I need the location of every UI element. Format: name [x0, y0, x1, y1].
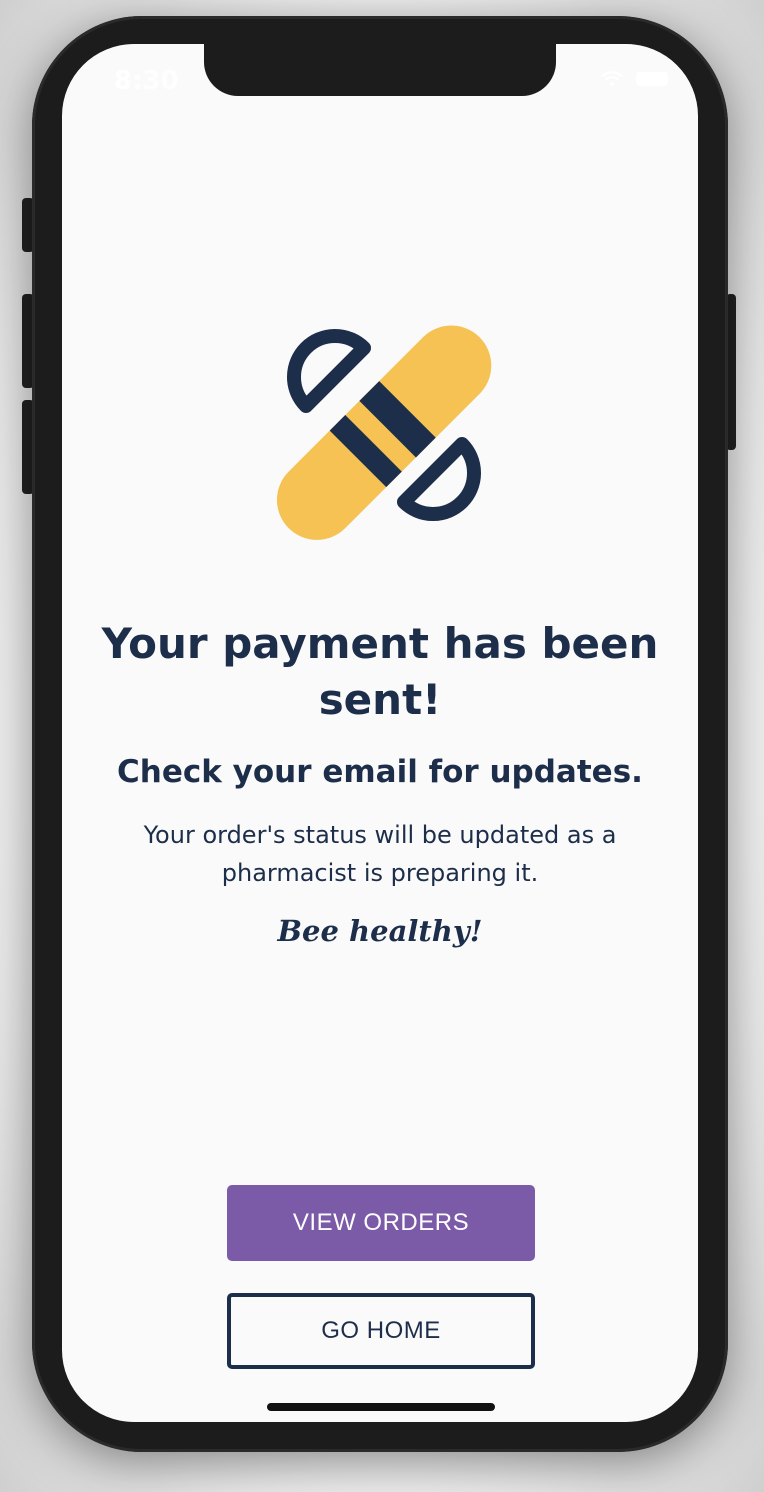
camera-notch — [204, 44, 556, 96]
view-orders-button[interactable]: VIEW ORDERS — [227, 1185, 535, 1261]
home-indicator[interactable] — [267, 1403, 495, 1411]
app-screen: 8:30 Your payment has been sent! Check y… — [62, 44, 698, 1422]
signoff-text: Bee healthy! — [277, 914, 483, 948]
status-time: 8:30 — [114, 66, 179, 96]
status-icons — [600, 70, 668, 88]
go-home-button[interactable]: GO HOME — [227, 1293, 535, 1369]
confirmation-message: Your order's status will be updated as a… — [143, 821, 617, 887]
confirmation-title: Your payment has been sent! — [101, 619, 659, 724]
device-frame-background: 8:30 Your payment has been sent! Check y… — [0, 0, 764, 1492]
wifi-icon — [601, 71, 623, 87]
capsule-pill-icon — [276, 325, 492, 540]
confirmation-subtitle: Check your email for updates. — [117, 754, 643, 790]
battery-icon — [636, 72, 668, 86]
